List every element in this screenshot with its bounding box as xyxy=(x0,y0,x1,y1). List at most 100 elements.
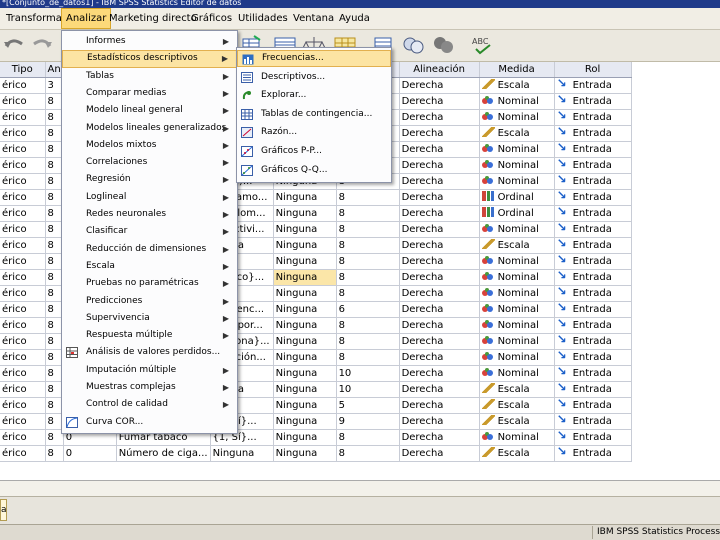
grid-cell[interactable]: érico xyxy=(0,221,46,238)
grid-cell[interactable]: érico xyxy=(0,333,46,350)
grid-cell[interactable]: Ninguna xyxy=(273,269,337,286)
redo-icon[interactable] xyxy=(30,34,54,56)
grid-cell[interactable]: Derecha xyxy=(399,381,480,398)
grid-cell[interactable]: érico xyxy=(0,285,46,302)
grid-cell[interactable]: Entrada xyxy=(554,285,632,302)
grid-cell[interactable]: 10 xyxy=(336,381,400,398)
analyze-menu-item[interactable]: Comparar medias ▶ xyxy=(62,85,237,102)
grid-cell[interactable]: 8 xyxy=(336,445,400,462)
grid-cell[interactable]: Entrada xyxy=(554,109,632,126)
grid-cell[interactable]: 8 xyxy=(336,237,400,254)
grid-cell[interactable]: Entrada xyxy=(554,237,632,254)
grid-cell[interactable]: Ninguna xyxy=(273,301,337,318)
grid-cell[interactable]: Ninguna xyxy=(273,365,337,382)
analyze-menu-item[interactable]: Curva COR... xyxy=(62,414,237,431)
grid-cell[interactable]: 6 xyxy=(336,301,400,318)
grid-cell[interactable]: érico xyxy=(0,397,46,414)
grid-cell[interactable]: 10 xyxy=(336,365,400,382)
grid-cell[interactable]: Derecha xyxy=(399,253,480,270)
analyze-menu-item[interactable]: Tablas ▶ xyxy=(62,68,237,85)
grid-cell[interactable]: Nominal xyxy=(479,269,555,286)
grid-cell[interactable]: Derecha xyxy=(399,125,480,142)
grid-cell[interactable]: Derecha xyxy=(399,413,480,430)
grid-cell[interactable]: érico xyxy=(0,141,46,158)
grid-cell[interactable]: Entrada xyxy=(554,141,632,158)
grid-cell[interactable]: Escala xyxy=(479,381,555,398)
grid-cell[interactable]: érico xyxy=(0,189,46,206)
grid-cell[interactable]: Derecha xyxy=(399,173,480,190)
menu-utilidades[interactable]: Utilidades xyxy=(234,8,292,29)
grid-cell[interactable]: érico xyxy=(0,253,46,270)
analyze-menu-item[interactable]: Imputación múltiple ▶ xyxy=(62,362,237,379)
grid-cell[interactable]: Ninguna xyxy=(273,221,337,238)
grid-cell[interactable]: Entrada xyxy=(554,397,632,414)
grid-cell[interactable]: Número de ciga... xyxy=(116,445,211,462)
grid-cell[interactable]: Derecha xyxy=(399,189,480,206)
grid-cell[interactable]: Nominal xyxy=(479,301,555,318)
grid-cell[interactable]: Entrada xyxy=(554,365,632,382)
use-sets-icon[interactable] xyxy=(401,34,425,56)
descriptives-menu-item[interactable]: Explorar... xyxy=(237,87,391,104)
spell-check-icon[interactable]: ABC xyxy=(470,34,494,56)
grid-cell[interactable]: Escala xyxy=(479,445,555,462)
grid-cell[interactable]: Derecha xyxy=(399,269,480,286)
descriptives-menu-item[interactable]: Gráficos Q-Q... xyxy=(237,162,391,179)
grid-cell[interactable]: Entrada xyxy=(554,221,632,238)
grid-cell[interactable]: Ordinal xyxy=(479,189,555,206)
grid-cell[interactable]: 5 xyxy=(336,397,400,414)
grid-cell[interactable]: Derecha xyxy=(399,93,480,110)
grid-cell[interactable]: 0 xyxy=(63,445,117,462)
grid-cell[interactable]: Derecha xyxy=(399,301,480,318)
grid-cell[interactable]: érico xyxy=(0,413,46,430)
grid-cell[interactable]: Entrada xyxy=(554,413,632,430)
show-all-variables-icon[interactable] xyxy=(432,34,456,56)
grid-cell[interactable]: Entrada xyxy=(554,189,632,206)
grid-cell[interactable]: Escala xyxy=(479,125,555,142)
descriptives-menu-item[interactable]: Frecuencias... xyxy=(237,50,391,68)
grid-cell[interactable]: Escala xyxy=(479,77,555,94)
tab-current-view[interactable]: a xyxy=(0,499,7,521)
grid-cell[interactable]: Derecha xyxy=(399,109,480,126)
analyze-menu-item[interactable]: Supervivencia ▶ xyxy=(62,310,237,327)
grid-cell[interactable]: Ninguna xyxy=(273,349,337,366)
analyze-menu-item[interactable]: Clasificar ▶ xyxy=(62,223,237,240)
menu-graficos[interactable]: Gráficos xyxy=(187,8,236,29)
grid-cell[interactable]: Entrada xyxy=(554,269,632,286)
analyze-menu-item[interactable]: Reducción de dimensiones ▶ xyxy=(62,241,237,258)
grid-cell[interactable]: Entrada xyxy=(554,349,632,366)
grid-cell[interactable]: Ninguna xyxy=(273,397,337,414)
analyze-menu-item[interactable]: Informes ▶ xyxy=(62,33,237,50)
descriptives-menu-item[interactable]: Descriptivos... xyxy=(237,69,391,86)
grid-cell[interactable]: Escala xyxy=(479,413,555,430)
grid-cell[interactable]: 8 xyxy=(336,429,400,446)
grid-cell[interactable]: érico xyxy=(0,317,46,334)
grid-cell[interactable]: Nominal xyxy=(479,365,555,382)
grid-cell[interactable]: Entrada xyxy=(554,125,632,142)
grid-cell[interactable]: érico xyxy=(0,109,46,126)
analyze-menu-item[interactable]: Modelos lineales generalizados ▶ xyxy=(62,120,237,137)
grid-cell[interactable]: érico xyxy=(0,269,46,286)
grid-cell[interactable]: 8 xyxy=(336,269,400,286)
menu-analizar[interactable]: Analizar xyxy=(61,8,112,29)
grid-cell[interactable]: 8 xyxy=(336,333,400,350)
grid-cell[interactable]: Ninguna xyxy=(273,285,337,302)
grid-cell[interactable]: Entrada xyxy=(554,77,632,94)
grid-cell[interactable]: érico xyxy=(0,205,46,222)
grid-cell[interactable]: Derecha xyxy=(399,445,480,462)
grid-cell[interactable]: Nominal xyxy=(479,349,555,366)
grid-cell[interactable]: 9 xyxy=(336,413,400,430)
grid-cell[interactable]: Derecha xyxy=(399,365,480,382)
analyze-menu-item[interactable]: Predicciones ▶ xyxy=(62,293,237,310)
grid-cell[interactable]: Ninguna xyxy=(273,317,337,334)
grid-cell[interactable]: Entrada xyxy=(554,157,632,174)
grid-cell[interactable]: 8 xyxy=(336,205,400,222)
grid-cell[interactable]: Derecha xyxy=(399,77,480,94)
descriptives-menu-item[interactable]: Tablas de contingencia... xyxy=(237,106,391,123)
grid-cell[interactable]: Nominal xyxy=(479,333,555,350)
grid-cell[interactable]: érico xyxy=(0,173,46,190)
horizontal-scrollbar[interactable] xyxy=(0,480,720,496)
analyze-menu-item[interactable]: Modelos mixtos ▶ xyxy=(62,137,237,154)
analyze-menu-item[interactable]: Modelo lineal general ▶ xyxy=(62,102,237,119)
grid-cell[interactable]: Entrada xyxy=(554,317,632,334)
column-header[interactable]: Alineación xyxy=(399,62,480,78)
